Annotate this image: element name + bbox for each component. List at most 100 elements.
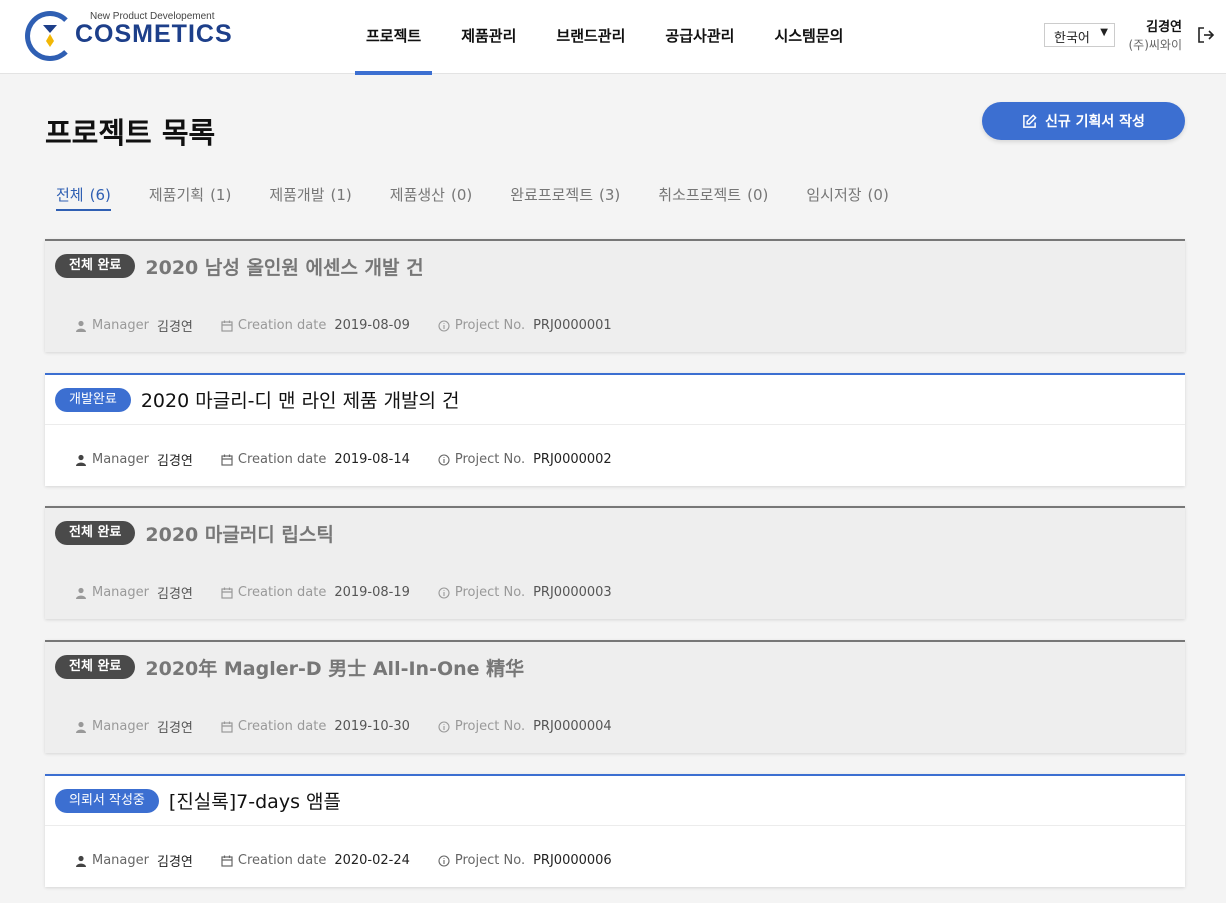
nav-item-projects[interactable]: 프로젝트 xyxy=(355,0,433,75)
project-no-label: Project No. xyxy=(454,452,526,467)
new-plan-label: 신규 기획서 작성 xyxy=(1045,114,1145,130)
creation-date-label: Creation date xyxy=(237,318,327,333)
logo-drop-icon xyxy=(43,25,57,47)
manager-label: Manager xyxy=(92,853,149,868)
project-meta: Manager 김경연 Creation date 2019-08-19 Proje… xyxy=(75,583,640,602)
tab-count: (0) xyxy=(450,186,473,204)
manager-value: 김경연 xyxy=(156,454,193,469)
project-card[interactable]: 전체 완료 2020年 Magler-D 男士 All-In-One 精华 Ma… xyxy=(45,640,1185,753)
creation-date-value: 2019-08-14 xyxy=(334,452,410,467)
card-header: 전체 완료 2020年 Magler-D 男士 All-In-One 精华 xyxy=(45,642,1185,692)
user-icon xyxy=(76,855,86,867)
logout-icon[interactable] xyxy=(1196,25,1216,45)
calendar-icon xyxy=(221,454,233,466)
user-company: (주)씨와이 xyxy=(1128,38,1182,52)
nav-item-products[interactable]: 제품관리 xyxy=(450,0,527,74)
calendar-icon xyxy=(221,721,233,733)
status-badge: 전체 완료 xyxy=(55,254,136,278)
tab-all[interactable]: 전체 (6) xyxy=(56,184,111,211)
user-icon xyxy=(76,721,86,733)
creation-date-label: Creation date xyxy=(237,585,327,600)
project-card[interactable]: 의뢰서 작성중 [진실록]7-days 앰플 Manager 김경연 Creati… xyxy=(45,774,1185,887)
tab-drafts[interactable]: 임시저장 (0) xyxy=(806,184,888,211)
nav-item-brands[interactable]: 브랜드관리 xyxy=(545,0,636,74)
tab-planning[interactable]: 제품기획 (1) xyxy=(149,184,231,211)
project-title: 2020 마글러디 립스틱 xyxy=(145,523,334,546)
creation-date-value: 2019-08-19 xyxy=(334,585,410,600)
project-no-label: Project No. xyxy=(454,719,526,734)
info-icon xyxy=(438,453,450,466)
nav-item-inquiry[interactable]: 시스템문의 xyxy=(763,0,854,74)
edit-icon xyxy=(1023,113,1037,128)
project-title: 2020 남성 올인원 에센스 개발 건 xyxy=(145,256,424,279)
user-name: 김경연 xyxy=(1146,20,1182,35)
creation-date-value: 2019-10-30 xyxy=(334,719,410,734)
main-nav: 프로젝트 제품관리 브랜드관리 공급사관리 시스템문의 xyxy=(355,0,872,75)
info-icon xyxy=(438,319,450,332)
project-card[interactable]: 개발완료 2020 마글리-디 맨 라인 제품 개발의 건 Manager 김경연… xyxy=(45,373,1185,486)
status-badge: 전체 완료 xyxy=(55,521,136,545)
language-select[interactable]: 한국어 ▼ xyxy=(1044,23,1115,47)
project-title: [진실록]7-days 앰플 xyxy=(168,791,341,813)
creation-date-label: Creation date xyxy=(237,719,327,734)
calendar-icon xyxy=(221,587,233,599)
tab-label: 완료프로젝트 xyxy=(510,186,594,204)
tab-label: 전체 xyxy=(56,186,84,204)
manager-value: 김경연 xyxy=(156,587,193,602)
project-filter-tabs: 전체 (6) 제품기획 (1) 제품개발 (1) 제품생산 (0) 완료프로젝트 (3) … xyxy=(56,184,927,211)
project-card[interactable]: 전체 완료 2020 마글러디 립스틱 Manager 김경연 Creation … xyxy=(45,506,1185,619)
language-value: 한국어 xyxy=(1054,31,1090,46)
tab-development[interactable]: 제품개발 (1) xyxy=(269,184,351,211)
user-icon xyxy=(76,454,86,466)
creation-date-value: 2019-08-09 xyxy=(334,318,410,333)
tab-label: 제품개발 xyxy=(269,186,325,204)
info-icon xyxy=(438,854,450,867)
tab-label: 제품생산 xyxy=(389,186,445,204)
manager-value: 김경연 xyxy=(156,320,193,335)
calendar-icon xyxy=(221,320,233,332)
manager-label: Manager xyxy=(92,318,149,333)
project-card[interactable]: 전체 완료 2020 남성 올인원 에센스 개발 건 Manager 김경연 Cr… xyxy=(45,239,1185,352)
manager-value: 김경연 xyxy=(156,721,193,736)
project-no-value: PRJ0000004 xyxy=(533,719,612,734)
project-no-value: PRJ0000003 xyxy=(533,585,612,600)
logo[interactable]: New Product Developement COSMETICS xyxy=(25,9,235,63)
status-badge: 전체 완료 xyxy=(55,655,136,679)
card-header: 전체 완료 2020 남성 올인원 에센스 개발 건 xyxy=(45,241,1185,291)
creation-date-label: Creation date xyxy=(237,853,327,868)
user-icon xyxy=(76,587,86,599)
card-header: 개발완료 2020 마글리-디 맨 라인 제품 개발의 건 xyxy=(45,375,1185,425)
tab-completed[interactable]: 완료프로젝트 (3) xyxy=(510,184,620,211)
info-icon xyxy=(438,586,450,599)
project-title: 2020 마글리-디 맨 라인 제품 개발의 건 xyxy=(140,390,460,412)
project-no-label: Project No. xyxy=(454,318,526,333)
tab-count: (1) xyxy=(330,186,352,204)
tab-cancelled[interactable]: 취소프로젝트 (0) xyxy=(658,184,768,211)
page-title: 프로젝트 목록 xyxy=(45,116,216,150)
tab-label: 임시저장 xyxy=(806,186,862,204)
project-meta: Manager 김경연 Creation date 2020-02-24 Proje… xyxy=(75,851,640,870)
project-no-label: Project No. xyxy=(454,585,526,600)
project-meta: Manager 김경연 Creation date 2019-08-14 Proje… xyxy=(75,450,640,469)
manager-label: Manager xyxy=(92,452,149,467)
tab-count: (3) xyxy=(599,186,621,204)
calendar-icon xyxy=(221,855,233,867)
creation-date-value: 2020-02-24 xyxy=(334,853,410,868)
card-header: 의뢰서 작성중 [진실록]7-days 앰플 xyxy=(45,776,1185,826)
tab-label: 취소프로젝트 xyxy=(658,186,742,204)
project-title: 2020年 Magler-D 男士 All-In-One 精华 xyxy=(145,657,525,680)
project-no-value: PRJ0000001 xyxy=(533,318,612,333)
manager-value: 김경연 xyxy=(156,855,193,870)
nav-item-suppliers[interactable]: 공급사관리 xyxy=(654,0,745,74)
caret-down-icon: ▼ xyxy=(1100,27,1108,38)
tab-label: 제품기획 xyxy=(148,186,205,204)
tab-production[interactable]: 제품생산 (0) xyxy=(390,184,472,211)
status-badge: 개발완료 xyxy=(55,387,131,412)
creation-date-label: Creation date xyxy=(237,452,327,467)
new-plan-button[interactable]: 신규 기획서 작성 xyxy=(982,102,1185,140)
tab-count: (6) xyxy=(89,186,111,204)
manager-label: Manager xyxy=(92,585,149,600)
project-no-value: PRJ0000002 xyxy=(533,452,612,467)
tab-count: (1) xyxy=(210,186,232,204)
card-header: 전체 완료 2020 마글러디 립스틱 xyxy=(45,508,1185,558)
